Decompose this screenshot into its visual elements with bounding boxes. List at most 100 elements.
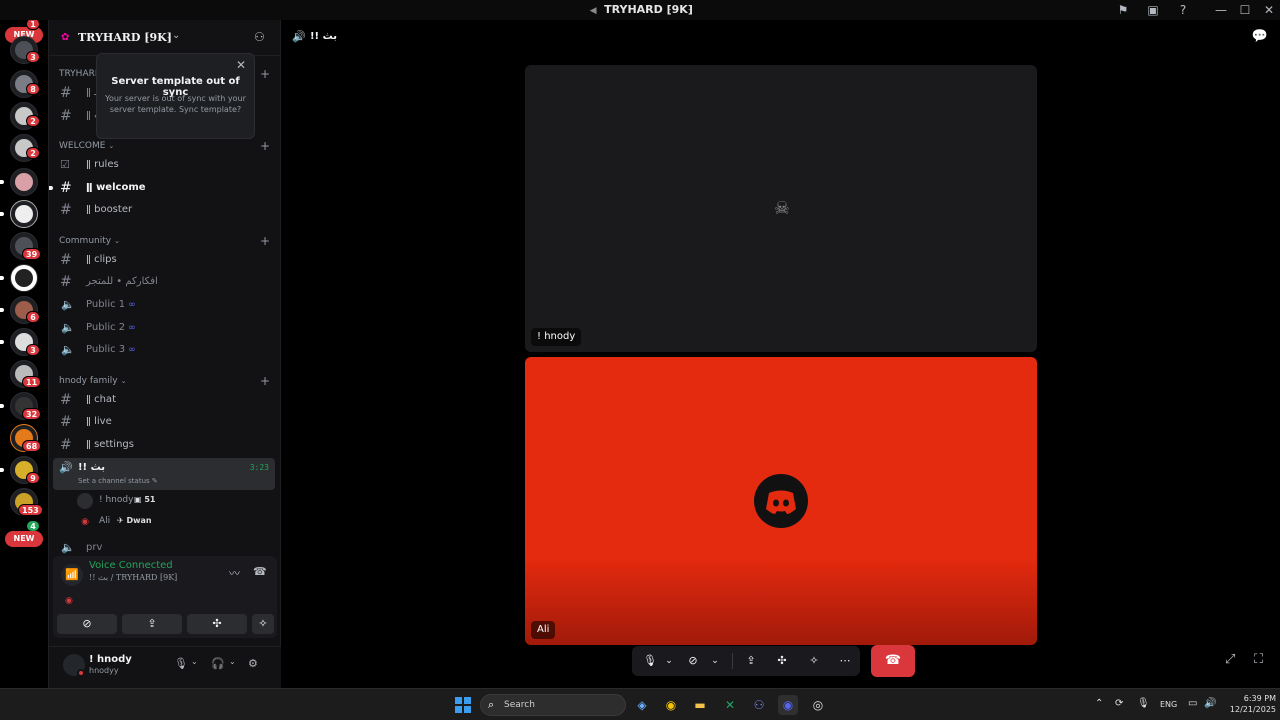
new-unreads-pill-bottom[interactable]: NEW [5, 531, 43, 547]
activities-icon[interactable]: ✣ [773, 646, 791, 676]
voice-channel-prv[interactable]: 🔈 prv [57, 538, 275, 558]
participant-tile[interactable]: Ali [525, 357, 1037, 645]
window-title: ◀ TRYHARD ⁅9K⁆ [0, 3, 1280, 16]
mention-badge: 2 [26, 115, 40, 127]
chat-bubble-icon[interactable]: 💬 [1252, 29, 1268, 44]
active-voice-channel[interactable]: 🔊 !! بث 3:23 Set a channel status ✎ [53, 458, 275, 490]
participant-name: Ali [531, 621, 556, 639]
unread-indicator [0, 308, 4, 312]
excel-icon[interactable]: ✕ [720, 695, 740, 715]
fullscreen-icon[interactable]: ⛶ [1254, 652, 1263, 667]
chevron-down-icon[interactable]: ⌄ [191, 657, 198, 666]
app-icon[interactable]: ◎ [808, 695, 828, 715]
soundboard-icon[interactable]: ✧ [805, 646, 823, 676]
gear-icon[interactable]: ⚙ [248, 657, 258, 670]
taskbar-search[interactable]: ⌕ Search [480, 694, 626, 716]
call-timer: 3:23 [249, 463, 269, 472]
server-rail: NEW 1 3 8 2 2 39 6 3 11 32 68 9 153 4 NE… [0, 20, 48, 688]
voice-status[interactable]: Voice Connected [89, 560, 173, 571]
channel-chat[interactable]: # ǁ chat [57, 390, 275, 410]
avatar: ☠ [765, 192, 799, 226]
add-channel-button[interactable]: + [260, 235, 270, 247]
voice-channel-public-3[interactable]: 🔈 Public 3 ∞ [57, 340, 275, 360]
chrome-icon[interactable]: ◉ [661, 695, 681, 715]
noise-suppression-icon[interactable]: 〰 [229, 565, 240, 581]
chevron-up-icon[interactable]: ⌄ [708, 646, 722, 676]
add-channel-button[interactable]: + [260, 140, 270, 152]
signal-strength-icon[interactable]: 📶 [61, 564, 83, 586]
camera-off-button[interactable]: ⊘ [57, 614, 117, 634]
speaker-icon: 🔈 [61, 298, 75, 311]
mention-badge: 68 [22, 440, 42, 452]
channel-booster[interactable]: # ǁ booster [57, 200, 275, 220]
start-button[interactable] [455, 697, 471, 713]
speaker-icon: 🔈 [61, 541, 75, 554]
volume-icon[interactable]: 🔊 [1204, 698, 1216, 709]
guild-header[interactable]: ✿ TRYHARD ⁅9K⁆ ⌄ ⚇ [49, 20, 281, 56]
hash-icon: # [60, 180, 72, 196]
channel-live[interactable]: # ǁ live [57, 412, 275, 432]
flag-icon[interactable]: ⚑ [1115, 3, 1131, 17]
add-channel-button[interactable]: + [260, 375, 270, 387]
file-explorer-icon[interactable]: ▬ [690, 695, 710, 715]
infinity-icon: ∞ [128, 345, 136, 355]
participant-tile[interactable]: ☠ ! hnody [525, 65, 1037, 352]
inbox-icon[interactable]: ▣ [1145, 3, 1161, 17]
sync-icon[interactable]: ⟳ [1115, 698, 1123, 709]
server-icon[interactable] [10, 264, 38, 292]
channel-welcome[interactable]: # ǁ welcome [49, 178, 275, 198]
popup-body[interactable]: Your server is out of sync with your ser… [105, 93, 246, 115]
clock[interactable]: 6:39 PM 12/21/2025 [1222, 693, 1276, 715]
category-community[interactable]: Community ⌄ [59, 236, 120, 246]
chevron-down-icon: ⌄ [172, 30, 181, 41]
minimize-button[interactable]: — [1211, 2, 1231, 18]
server-icon[interactable] [10, 168, 38, 196]
channel-ideas[interactable]: # افكاركم • للمتجر [57, 272, 275, 292]
hash-icon: # [60, 437, 72, 453]
help-icon[interactable]: ? [1175, 3, 1191, 17]
channel-settings[interactable]: # ǁ settings [57, 435, 275, 455]
voice-speaker-icon: ◀ [589, 6, 597, 16]
window-titlebar: ◀ TRYHARD ⁅9K⁆ ⚑ ▣ ? — ☐ ✕ [0, 0, 1280, 20]
invite-people-icon[interactable]: ⚇ [254, 30, 265, 44]
screen-share-icon[interactable]: ⇪ [742, 646, 760, 676]
discord-taskbar-icon[interactable]: ◉ [778, 695, 798, 715]
chevron-down-icon: ⌄ [108, 142, 115, 150]
set-channel-status[interactable]: Set a channel status ✎ [78, 477, 158, 485]
category-welcome[interactable]: WELCOME ⌄ [59, 141, 114, 151]
pop-out-icon[interactable]: ⤢ [1225, 652, 1235, 667]
channel-clips[interactable]: # ǁ clips [57, 250, 275, 270]
server-icon[interactable] [10, 200, 38, 228]
discord-activity-icon: ◉ [65, 596, 73, 606]
close-window-button[interactable]: ✕ [1259, 2, 1279, 18]
channel-rules[interactable]: ☑ ǁ rules [57, 155, 275, 175]
chevron-up-icon[interactable]: ⌃ [1095, 698, 1103, 709]
disconnect-icon[interactable]: ☎ [253, 565, 267, 578]
chevron-down-icon[interactable]: ⌄ [229, 657, 236, 666]
close-icon[interactable]: ✕ [236, 58, 246, 72]
activities-button[interactable]: ✣ [187, 614, 247, 634]
category-hnody-family[interactable]: hnody family ⌄ [59, 376, 126, 386]
soundboard-button[interactable]: ✧ [252, 614, 274, 634]
server-boost-icon: ✿ [61, 32, 70, 43]
voice-channel-public-1[interactable]: 🔈 Public 1 ∞ [57, 295, 275, 315]
microphone-icon[interactable]: 🎙 [174, 657, 188, 670]
chevron-up-icon[interactable]: ⌄ [662, 646, 676, 676]
screen-share-button[interactable]: ⇪ [122, 614, 182, 634]
hang-up-button[interactable]: ☎ [871, 645, 915, 677]
language-indicator[interactable]: ENG [1160, 700, 1177, 709]
camera-off-icon[interactable]: ⊘ [684, 646, 702, 676]
more-options-icon[interactable]: ⋯ [836, 646, 854, 676]
maximize-button[interactable]: ☐ [1235, 2, 1255, 18]
headphones-icon[interactable]: 🎧 [211, 657, 225, 670]
user-tag: ▣ 51 [134, 495, 156, 504]
voice-channel-public-2[interactable]: 🔈 Public 2 ∞ [57, 318, 275, 338]
add-channel-button[interactable]: + [260, 68, 270, 80]
network-icon[interactable]: ▭ [1188, 698, 1197, 709]
microphone-icon[interactable]: 🎙 [642, 646, 658, 676]
copilot-icon[interactable]: ◈ [632, 695, 652, 715]
teams-icon[interactable]: ⚇ [749, 695, 769, 715]
discord-avatar-icon [754, 474, 808, 528]
mention-badge: 39 [22, 248, 42, 260]
microphone-icon[interactable]: 🎙 [1137, 698, 1150, 709]
